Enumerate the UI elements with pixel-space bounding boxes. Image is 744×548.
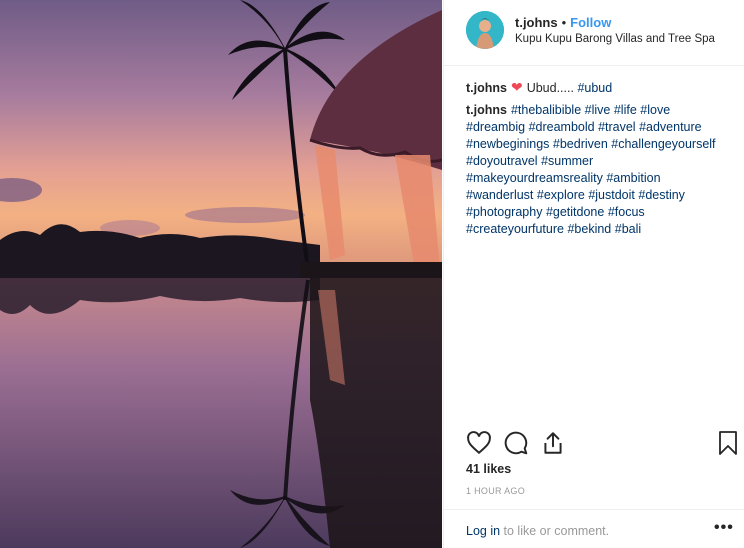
hashtag-link[interactable]: #bali: [615, 222, 641, 236]
hashtag-link[interactable]: #live: [585, 103, 611, 117]
share-icon[interactable]: [540, 430, 566, 456]
post-photo[interactable]: [0, 0, 442, 548]
hashtag-link[interactable]: #getitdone: [546, 205, 604, 219]
hashtag-link[interactable]: #photography: [466, 205, 542, 219]
more-options-icon[interactable]: •••: [714, 519, 734, 537]
hashtag-link[interactable]: #love: [640, 103, 670, 117]
hashtag-link[interactable]: #ambition: [606, 171, 660, 185]
hashtag-comment: t.johns #thebalibible #live #life #love #…: [466, 102, 736, 238]
login-prompt: Log in to like or comment.: [466, 524, 609, 538]
login-link[interactable]: Log in: [466, 524, 500, 538]
hashtag-link[interactable]: #thebalibible: [511, 103, 581, 117]
comment-line: t.johns #thebalibible #live #life #love: [466, 102, 736, 119]
hashtag-link[interactable]: #justdoit: [588, 188, 635, 202]
comments-section: t.johns ❤ Ubud..... #ubud t.johns #thebalib…: [466, 79, 736, 238]
hashtag-link[interactable]: #travel: [598, 120, 636, 134]
hashtag-link[interactable]: #dreambold: [529, 120, 595, 134]
hashtag-link[interactable]: #focus: [608, 205, 645, 219]
hashtag-link[interactable]: #bedriven: [553, 137, 608, 151]
hashtag-link[interactable]: #doyoutravel: [466, 154, 538, 168]
hashtag-link[interactable]: #ubud: [577, 81, 612, 95]
avatar[interactable]: [466, 11, 504, 49]
hashtag-link[interactable]: #newbeginings: [466, 137, 549, 151]
comment-bubble-icon[interactable]: [503, 430, 529, 456]
hashtag-link[interactable]: #challengeyourself: [611, 137, 715, 151]
hashtag-link[interactable]: #createyourfuture: [466, 222, 564, 236]
likes-count[interactable]: 41 likes: [466, 462, 511, 476]
like-heart-icon[interactable]: [466, 430, 492, 456]
login-prompt-text: to like or comment.: [500, 524, 610, 538]
post-timestamp[interactable]: 1 HOUR AGO: [466, 486, 525, 496]
comment-footer: Log in to like or comment. •••: [444, 509, 744, 548]
avatar-image-icon: [466, 11, 504, 49]
comment-line: #doyoutravel #summer: [466, 153, 736, 170]
author-username[interactable]: t.johns: [515, 15, 558, 30]
hashtag-link[interactable]: #life: [614, 103, 637, 117]
caption-username[interactable]: t.johns: [466, 81, 507, 95]
heart-emoji-icon: ❤: [510, 79, 523, 95]
author-line: t.johns • Follow: [515, 15, 611, 30]
comment-line: #wanderlust #explore #justdoit #destiny: [466, 187, 736, 204]
hashtag-link[interactable]: #dreambig: [466, 120, 525, 134]
caption: t.johns ❤ Ubud..... #ubud: [466, 79, 736, 97]
caption-text: Ubud.....: [526, 81, 574, 95]
post-sidebar: t.johns • Follow Kupu Kupu Barong Villas a…: [443, 0, 744, 548]
hashtag-link[interactable]: #wanderlust: [466, 188, 533, 202]
bookmark-icon[interactable]: [716, 430, 742, 456]
hashtag-link[interactable]: #bekind: [567, 222, 611, 236]
comment-line: #dreambig #dreambold #travel #adventure: [466, 119, 736, 136]
comment-line: #makeyourdreamsreality #ambition: [466, 170, 736, 187]
location-link[interactable]: Kupu Kupu Barong Villas and Tree Spa: [515, 33, 715, 45]
hashtag-link[interactable]: #explore: [537, 188, 585, 202]
post-header: t.johns • Follow Kupu Kupu Barong Villas a…: [444, 0, 744, 66]
sunset-reflection-photo: [0, 0, 442, 548]
follow-button[interactable]: Follow: [570, 15, 611, 30]
comment-line: #photography #getitdone #focus: [466, 204, 736, 221]
separator-dot: •: [561, 15, 567, 30]
comment-username[interactable]: t.johns: [466, 103, 507, 117]
hashtag-link[interactable]: #adventure: [639, 120, 702, 134]
hashtag-link[interactable]: #makeyourdreamsreality: [466, 171, 603, 185]
hashtag-link[interactable]: #summer: [541, 154, 593, 168]
comment-line: #newbeginings #bedriven #challengeyourse…: [466, 136, 736, 153]
action-bar: [466, 430, 738, 456]
hashtag-link[interactable]: #destiny: [638, 188, 685, 202]
comment-line: #createyourfuture #bekind #bali: [466, 221, 736, 238]
